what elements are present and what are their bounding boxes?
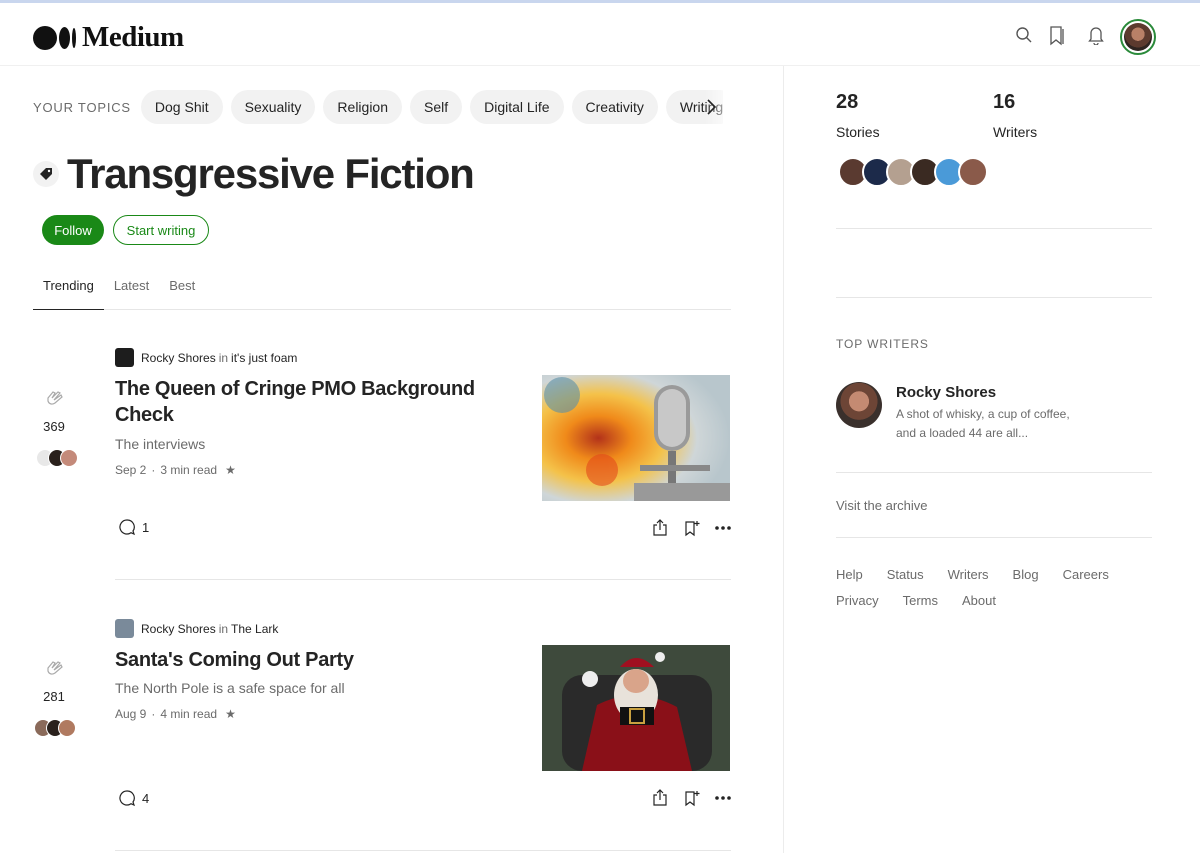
bookmarks-icon[interactable] xyxy=(1046,23,1068,47)
article-separator xyxy=(115,850,731,851)
topic-chip[interactable]: Religion xyxy=(323,90,403,124)
clap-icon[interactable] xyxy=(24,656,84,683)
stories-label: Stories xyxy=(836,124,880,140)
member-star-icon: ★ xyxy=(225,707,236,721)
sidebar-divider xyxy=(836,472,1152,473)
topic-chip[interactable]: Creativity xyxy=(571,90,658,124)
tag-heading: Transgressive Fiction xyxy=(33,150,475,198)
top-writers-heading: TOP WRITERS xyxy=(836,337,929,351)
your-topics-bar: YOUR TOPICS Dog Shit Sexuality Religion … xyxy=(33,90,723,124)
footer-link-status[interactable]: Status xyxy=(887,562,924,588)
top-writer-name[interactable]: Rocky Shores xyxy=(896,384,996,401)
medium-logo[interactable]: Medium xyxy=(33,21,184,54)
in-word: in xyxy=(218,621,229,636)
article-meta: Sep 2 · 3 min read ★ xyxy=(115,463,236,477)
publish-date: Aug 9 xyxy=(115,707,147,721)
article-title[interactable]: Santa's Coming Out Party xyxy=(115,647,515,673)
article-thumbnail[interactable] xyxy=(542,375,730,501)
logo-text: Medium xyxy=(82,21,184,53)
responses[interactable]: 1 xyxy=(118,518,149,536)
sidebar-divider xyxy=(836,537,1152,538)
tab-trending[interactable]: Trending xyxy=(33,270,104,310)
top-bar: Medium xyxy=(0,3,1200,66)
clap-count: 281 xyxy=(43,689,65,704)
footer-link-terms[interactable]: Terms xyxy=(903,588,938,614)
search-icon[interactable] xyxy=(1013,23,1035,47)
page-title: Transgressive Fiction xyxy=(67,150,475,197)
article-subtitle[interactable]: The interviews xyxy=(115,436,205,452)
article-meta: Aug 9 · 4 min read ★ xyxy=(115,707,236,721)
comment-icon xyxy=(119,519,135,536)
footer-link-careers[interactable]: Careers xyxy=(1063,562,1109,588)
byline: Rocky Shores in it's just foam xyxy=(115,348,297,367)
comment-icon xyxy=(119,790,135,807)
member-star-icon: ★ xyxy=(225,463,236,477)
clap-count-block: 281 xyxy=(24,656,84,704)
read-time: 4 min read xyxy=(160,707,218,721)
column-divider xyxy=(783,66,784,853)
byline: Rocky Shores in The Lark xyxy=(115,619,278,638)
start-writing-button[interactable]: Start writing xyxy=(113,215,209,245)
publication-icon[interactable] xyxy=(115,348,134,367)
footer-links: Help Status Writers Blog Careers Privacy… xyxy=(836,562,1136,614)
footer-link-about[interactable]: About xyxy=(962,588,996,614)
follow-button[interactable]: Follow xyxy=(42,215,104,245)
topic-chip[interactable]: Self xyxy=(410,90,463,124)
meta-dot: · xyxy=(151,707,156,721)
top-writer-bio: A shot of whisky, a cup of coffee, and a… xyxy=(896,407,1070,440)
publication-name[interactable]: it's just foam xyxy=(231,351,297,365)
clapper-avatars xyxy=(34,719,76,737)
topics-label: YOUR TOPICS xyxy=(33,99,131,115)
bookmark-add-icon[interactable] xyxy=(682,788,702,808)
tag-icon xyxy=(33,161,59,187)
footer-link-blog[interactable]: Blog xyxy=(1013,562,1039,588)
bookmark-add-icon[interactable] xyxy=(682,518,702,538)
read-time: 3 min read xyxy=(160,463,218,477)
topic-chip[interactable]: Sexuality xyxy=(230,90,316,124)
clap-icon[interactable] xyxy=(24,386,84,413)
publish-date: Sep 2 xyxy=(115,463,147,477)
tab-latest[interactable]: Latest xyxy=(104,270,159,310)
footer-link-privacy[interactable]: Privacy xyxy=(836,588,879,614)
response-count: 4 xyxy=(142,790,150,806)
sidebar-divider xyxy=(836,228,1152,229)
share-icon[interactable] xyxy=(650,518,670,538)
notifications-icon[interactable] xyxy=(1085,23,1107,47)
article-separator xyxy=(115,579,731,580)
responses[interactable]: 4 xyxy=(118,789,149,807)
article-title[interactable]: The Queen of Cringe PMO Background Check xyxy=(115,376,515,428)
response-count: 1 xyxy=(142,519,150,535)
visit-archive-link[interactable]: Visit the archive xyxy=(836,498,928,513)
writers-label: Writers xyxy=(993,124,1038,140)
publication-icon[interactable] xyxy=(115,619,134,638)
clap-count-block: 369 xyxy=(24,386,84,434)
writer-avatars xyxy=(838,157,988,187)
feed-tabs: Trending Latest Best xyxy=(33,270,731,310)
avatar[interactable] xyxy=(958,157,988,187)
article-subtitle[interactable]: The North Pole is a safe space for all xyxy=(115,680,345,696)
chevron-right-icon[interactable] xyxy=(700,96,722,118)
writers-count: 16 xyxy=(993,91,1016,113)
clapper-avatars xyxy=(36,449,78,467)
footer-link-writers[interactable]: Writers xyxy=(948,562,989,588)
in-word: in xyxy=(218,350,229,365)
medium-logo-icon xyxy=(33,25,76,50)
top-writer-avatar[interactable] xyxy=(836,382,882,428)
share-icon[interactable] xyxy=(650,788,670,808)
footer-link-help[interactable]: Help xyxy=(836,562,863,588)
user-avatar[interactable] xyxy=(1120,19,1156,55)
sidebar-divider xyxy=(836,297,1152,298)
topic-chip[interactable]: Dog Shit xyxy=(140,90,223,124)
author-name[interactable]: Rocky Shores xyxy=(141,351,216,365)
article-thumbnail[interactable] xyxy=(542,645,730,771)
tab-best[interactable]: Best xyxy=(159,270,205,310)
stories-count: 28 xyxy=(836,91,859,113)
author-name[interactable]: Rocky Shores xyxy=(141,622,216,636)
meta-dot: · xyxy=(151,463,156,477)
clap-count: 369 xyxy=(43,419,65,434)
topic-chip[interactable]: Digital Life xyxy=(470,90,564,124)
publication-name[interactable]: The Lark xyxy=(231,622,278,636)
more-options-icon[interactable] xyxy=(713,518,733,538)
more-options-icon[interactable] xyxy=(713,788,733,808)
